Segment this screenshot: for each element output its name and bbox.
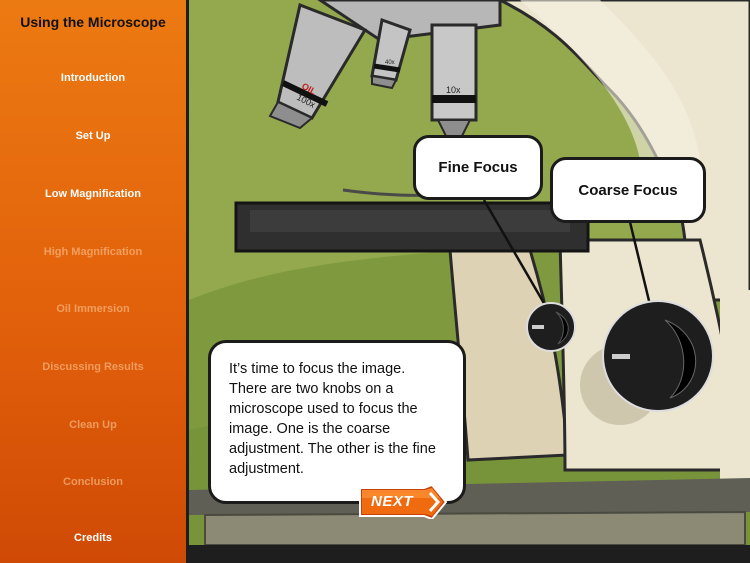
nav-item-introduction[interactable]: Introduction xyxy=(0,72,186,84)
nav-item-oil-immersion[interactable]: Oil Immersion xyxy=(0,303,186,315)
fine-focus-knob[interactable] xyxy=(526,302,576,352)
objective-10x-label: 10x xyxy=(446,85,461,95)
instruction-text: It’s time to focus the image. There are … xyxy=(229,361,436,477)
next-button-label: NEXT xyxy=(371,493,414,510)
next-button[interactable]: NEXT xyxy=(358,485,448,519)
instruction-callout: It’s time to focus the image. There are … xyxy=(208,340,466,504)
nav-item-conclusion[interactable]: Conclusion xyxy=(0,476,186,488)
nav-item-set-up[interactable]: Set Up xyxy=(0,130,186,142)
objective-10x xyxy=(430,23,478,137)
nav-item-credits[interactable]: Credits xyxy=(0,532,186,544)
microscope-base xyxy=(204,510,746,546)
fine-focus-label: Fine Focus xyxy=(413,135,543,200)
sidebar: Using the Microscope Introduction Set Up… xyxy=(0,0,186,563)
nav-item-high-magnification[interactable]: High Magnification xyxy=(0,246,186,258)
nav-item-clean-up[interactable]: Clean Up xyxy=(0,419,186,431)
nav-item-low-magnification[interactable]: Low Magnification xyxy=(0,188,186,200)
nav-item-discussing-results[interactable]: Discussing Results xyxy=(0,361,186,373)
objective-40x-label: 40x xyxy=(385,60,395,66)
coarse-focus-label: Coarse Focus xyxy=(550,157,706,223)
app-title: Using the Microscope xyxy=(20,14,166,30)
